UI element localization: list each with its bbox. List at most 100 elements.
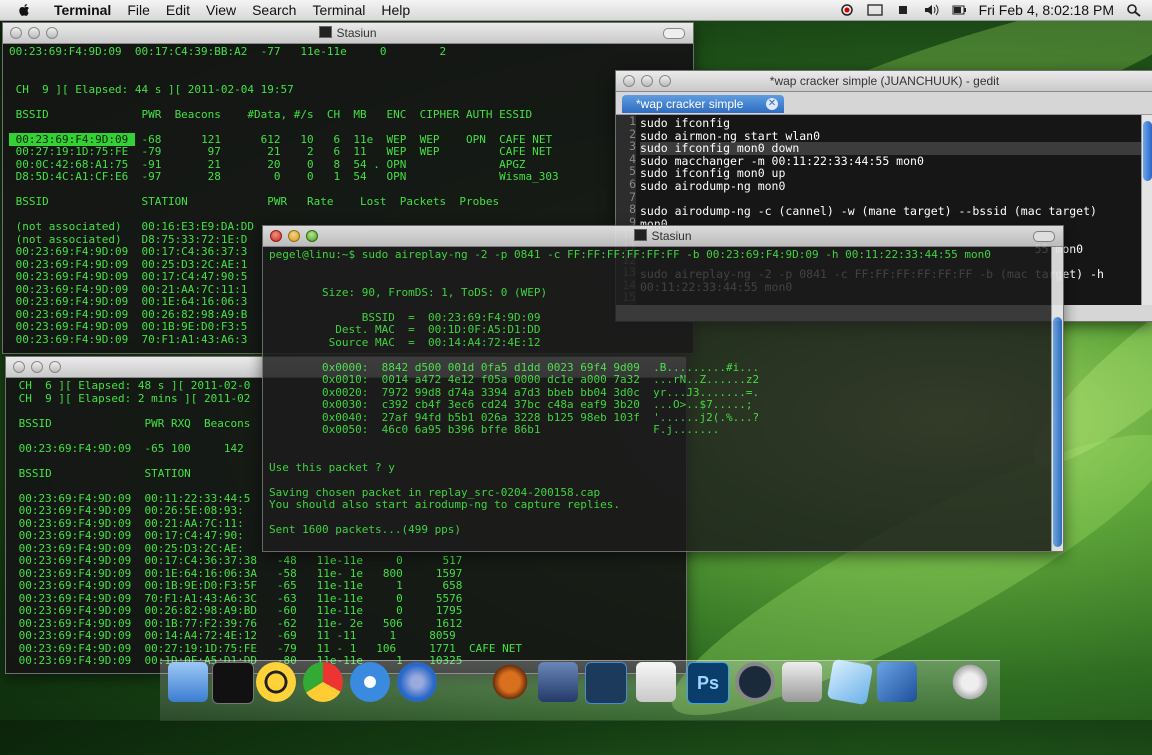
zoom-button[interactable] xyxy=(49,361,61,373)
zoom-button[interactable] xyxy=(306,230,318,242)
finder-icon[interactable] xyxy=(168,662,208,702)
menu-search[interactable]: Search xyxy=(244,2,304,18)
line-number: 6 xyxy=(629,176,636,191)
terminal-line: BSSID PWR Beacons #Data, #/s CH MB ENC C… xyxy=(9,107,533,121)
scrollbar-thumb[interactable] xyxy=(1053,317,1062,547)
itunes-icon[interactable] xyxy=(397,662,437,702)
minimize-button[interactable] xyxy=(288,230,300,242)
vertical-scrollbar[interactable] xyxy=(1141,115,1152,305)
terminal-line: Size: 90, FromDS: 1, ToDS: 0 (WEP) xyxy=(269,285,548,299)
menu-bar-tray: Fri Feb 4, 8:02:18 PM xyxy=(839,0,1152,20)
terminal-line: 0x0050: 46c0 6a95 b396 bffe 86b1 F.j....… xyxy=(269,423,720,436)
vlc-icon[interactable] xyxy=(444,662,484,702)
terminal-line: 0x0030: c392 cb4f 3ec6 cd24 37bc c48a ea… xyxy=(269,398,760,411)
vertical-scrollbar[interactable] xyxy=(1051,247,1063,551)
terminal-line: 00:23:69:F4:9D:09 00:17:C4:36:37:38 -48 … xyxy=(12,554,463,567)
toolbar-toggle-button[interactable] xyxy=(1033,231,1055,242)
terminal-line: pegel@linu:~$ sudo aireplay-ng -2 -p 084… xyxy=(269,248,991,261)
menu-help[interactable]: Help xyxy=(373,2,418,18)
volume-icon[interactable] xyxy=(923,3,939,17)
code-line[interactable]: sudo ifconfig mon0 down xyxy=(640,142,1141,155)
window-titlebar[interactable]: Stasiun xyxy=(3,23,693,44)
chrome-icon[interactable] xyxy=(303,662,343,702)
display-icon[interactable] xyxy=(866,3,883,17)
apple-menu-icon[interactable] xyxy=(18,3,32,17)
tab-bar: *wap cracker simple ✕ xyxy=(616,92,1152,115)
scrollbar-thumb[interactable] xyxy=(1143,121,1152,181)
window-titlebar[interactable]: Stasiun xyxy=(263,226,1063,247)
spotlight-search-icon[interactable] xyxy=(1126,3,1142,17)
terminal-window-aireplay[interactable]: Stasiun pegel@linu:~$ sudo aireplay-ng -… xyxy=(262,225,1064,552)
code-line[interactable]: sudo airodump-ng -c (cannel) -w (mane ta… xyxy=(640,205,1141,218)
menu-bar: Terminal File Edit View Search Terminal … xyxy=(0,0,1152,21)
window-title: *wap cracker simple (JUANCHUUK) - gedit xyxy=(769,74,1000,88)
close-button[interactable] xyxy=(270,230,282,242)
record-icon[interactable] xyxy=(839,3,855,17)
menu-app-terminal[interactable]: Terminal xyxy=(46,2,119,18)
window-titlebar[interactable]: *wap cracker simple (JUANCHUUK) - gedit xyxy=(616,71,1152,92)
system-preferences-icon[interactable] xyxy=(950,662,990,702)
window-title: Stasiun xyxy=(651,229,692,243)
toolbar-toggle-button[interactable] xyxy=(663,28,685,39)
menu-view[interactable]: View xyxy=(198,2,244,18)
terminal-output[interactable]: pegel@linu:~$ sudo aireplay-ng -2 -p 084… xyxy=(263,247,1063,551)
selected-network-row: -68 121 612 10 6 11e WEP WEP OPN CAFE NE… xyxy=(134,132,553,146)
terminal-icon xyxy=(634,229,648,241)
minimize-button[interactable] xyxy=(641,75,653,87)
terminal-line: 0x0010: 0014 a472 4e12 f05a 0000 dc1e a0… xyxy=(269,373,760,386)
code-line[interactable]: sudo ifconfig xyxy=(640,117,1141,130)
menu-terminal[interactable]: Terminal xyxy=(304,2,373,18)
activity-monitor-icon[interactable] xyxy=(735,662,775,702)
battery-icon[interactable] xyxy=(951,3,967,17)
radiation-app-icon[interactable] xyxy=(256,662,296,702)
minimize-button[interactable] xyxy=(28,27,40,39)
virtualbox-icon[interactable] xyxy=(877,662,917,702)
terminal-line: D8:5D:4C:A1:CF:E6 -97 28 0 0 1 54 OPN Wi… xyxy=(9,170,559,183)
terminal-line: You should also start airodump-ng to cap… xyxy=(269,498,620,511)
menu-edit[interactable]: Edit xyxy=(158,2,198,18)
close-tab-icon[interactable]: ✕ xyxy=(766,98,778,110)
preview-icon[interactable] xyxy=(636,662,676,702)
line-number: 3 xyxy=(629,139,636,154)
terminal-line: Dest. MAC = 00:1D:0F:A5:D1:DD xyxy=(269,323,541,336)
terminal-line: 00:27:19:1D:75:FE -79 97 21 2 6 11 WEP W… xyxy=(9,145,553,158)
close-button[interactable] xyxy=(13,361,25,373)
terminal-line: Use this packet ? y xyxy=(269,460,395,474)
close-button[interactable] xyxy=(623,75,635,87)
lightroom-icon[interactable] xyxy=(585,662,627,704)
terminal-line: 00:23:69:F4:9D:09 00:14:A4:72:4E:12 -69 … xyxy=(12,629,456,642)
terminal-app-icon[interactable] xyxy=(212,662,254,704)
code-line[interactable]: sudo airodump-ng mon0 xyxy=(640,180,1141,193)
terminal-line: 00:23:69:F4:9D:09 00:26:82:98:A9:BD -60 … xyxy=(12,604,463,617)
zoom-button[interactable] xyxy=(46,27,58,39)
line-number: 8 xyxy=(629,202,636,217)
terminal-line: 00:23:69:F4:9D:09 00:17:C4:39:BB:A2 -77 … xyxy=(9,45,447,58)
menu-clock[interactable]: Fri Feb 4, 8:02:18 PM xyxy=(979,2,1114,18)
menu-file[interactable]: File xyxy=(119,2,158,18)
tab-label: *wap cracker simple xyxy=(636,97,744,111)
terminal-line: Sent 1600 packets...(499 pps) xyxy=(269,523,462,536)
terminal-line: 00:23:69:F4:9D:09 00:1B:9E:D0:F3:5F -65 … xyxy=(12,579,463,592)
photo-app-icon[interactable] xyxy=(538,662,578,702)
window-title: Stasiun xyxy=(336,26,377,40)
safari-icon[interactable] xyxy=(350,662,390,702)
tab-wap-cracker-simple[interactable]: *wap cracker simple ✕ xyxy=(622,95,784,113)
close-button[interactable] xyxy=(10,27,22,39)
photoshop-icon[interactable]: Ps xyxy=(687,662,729,704)
cube-app-icon[interactable] xyxy=(826,658,874,706)
terminal-icon xyxy=(319,26,333,38)
minimize-button[interactable] xyxy=(31,361,43,373)
zoom-button[interactable] xyxy=(659,75,671,87)
stop-icon[interactable] xyxy=(895,3,911,17)
guitar-app-icon[interactable] xyxy=(490,662,530,702)
front-row-icon[interactable] xyxy=(782,662,822,702)
